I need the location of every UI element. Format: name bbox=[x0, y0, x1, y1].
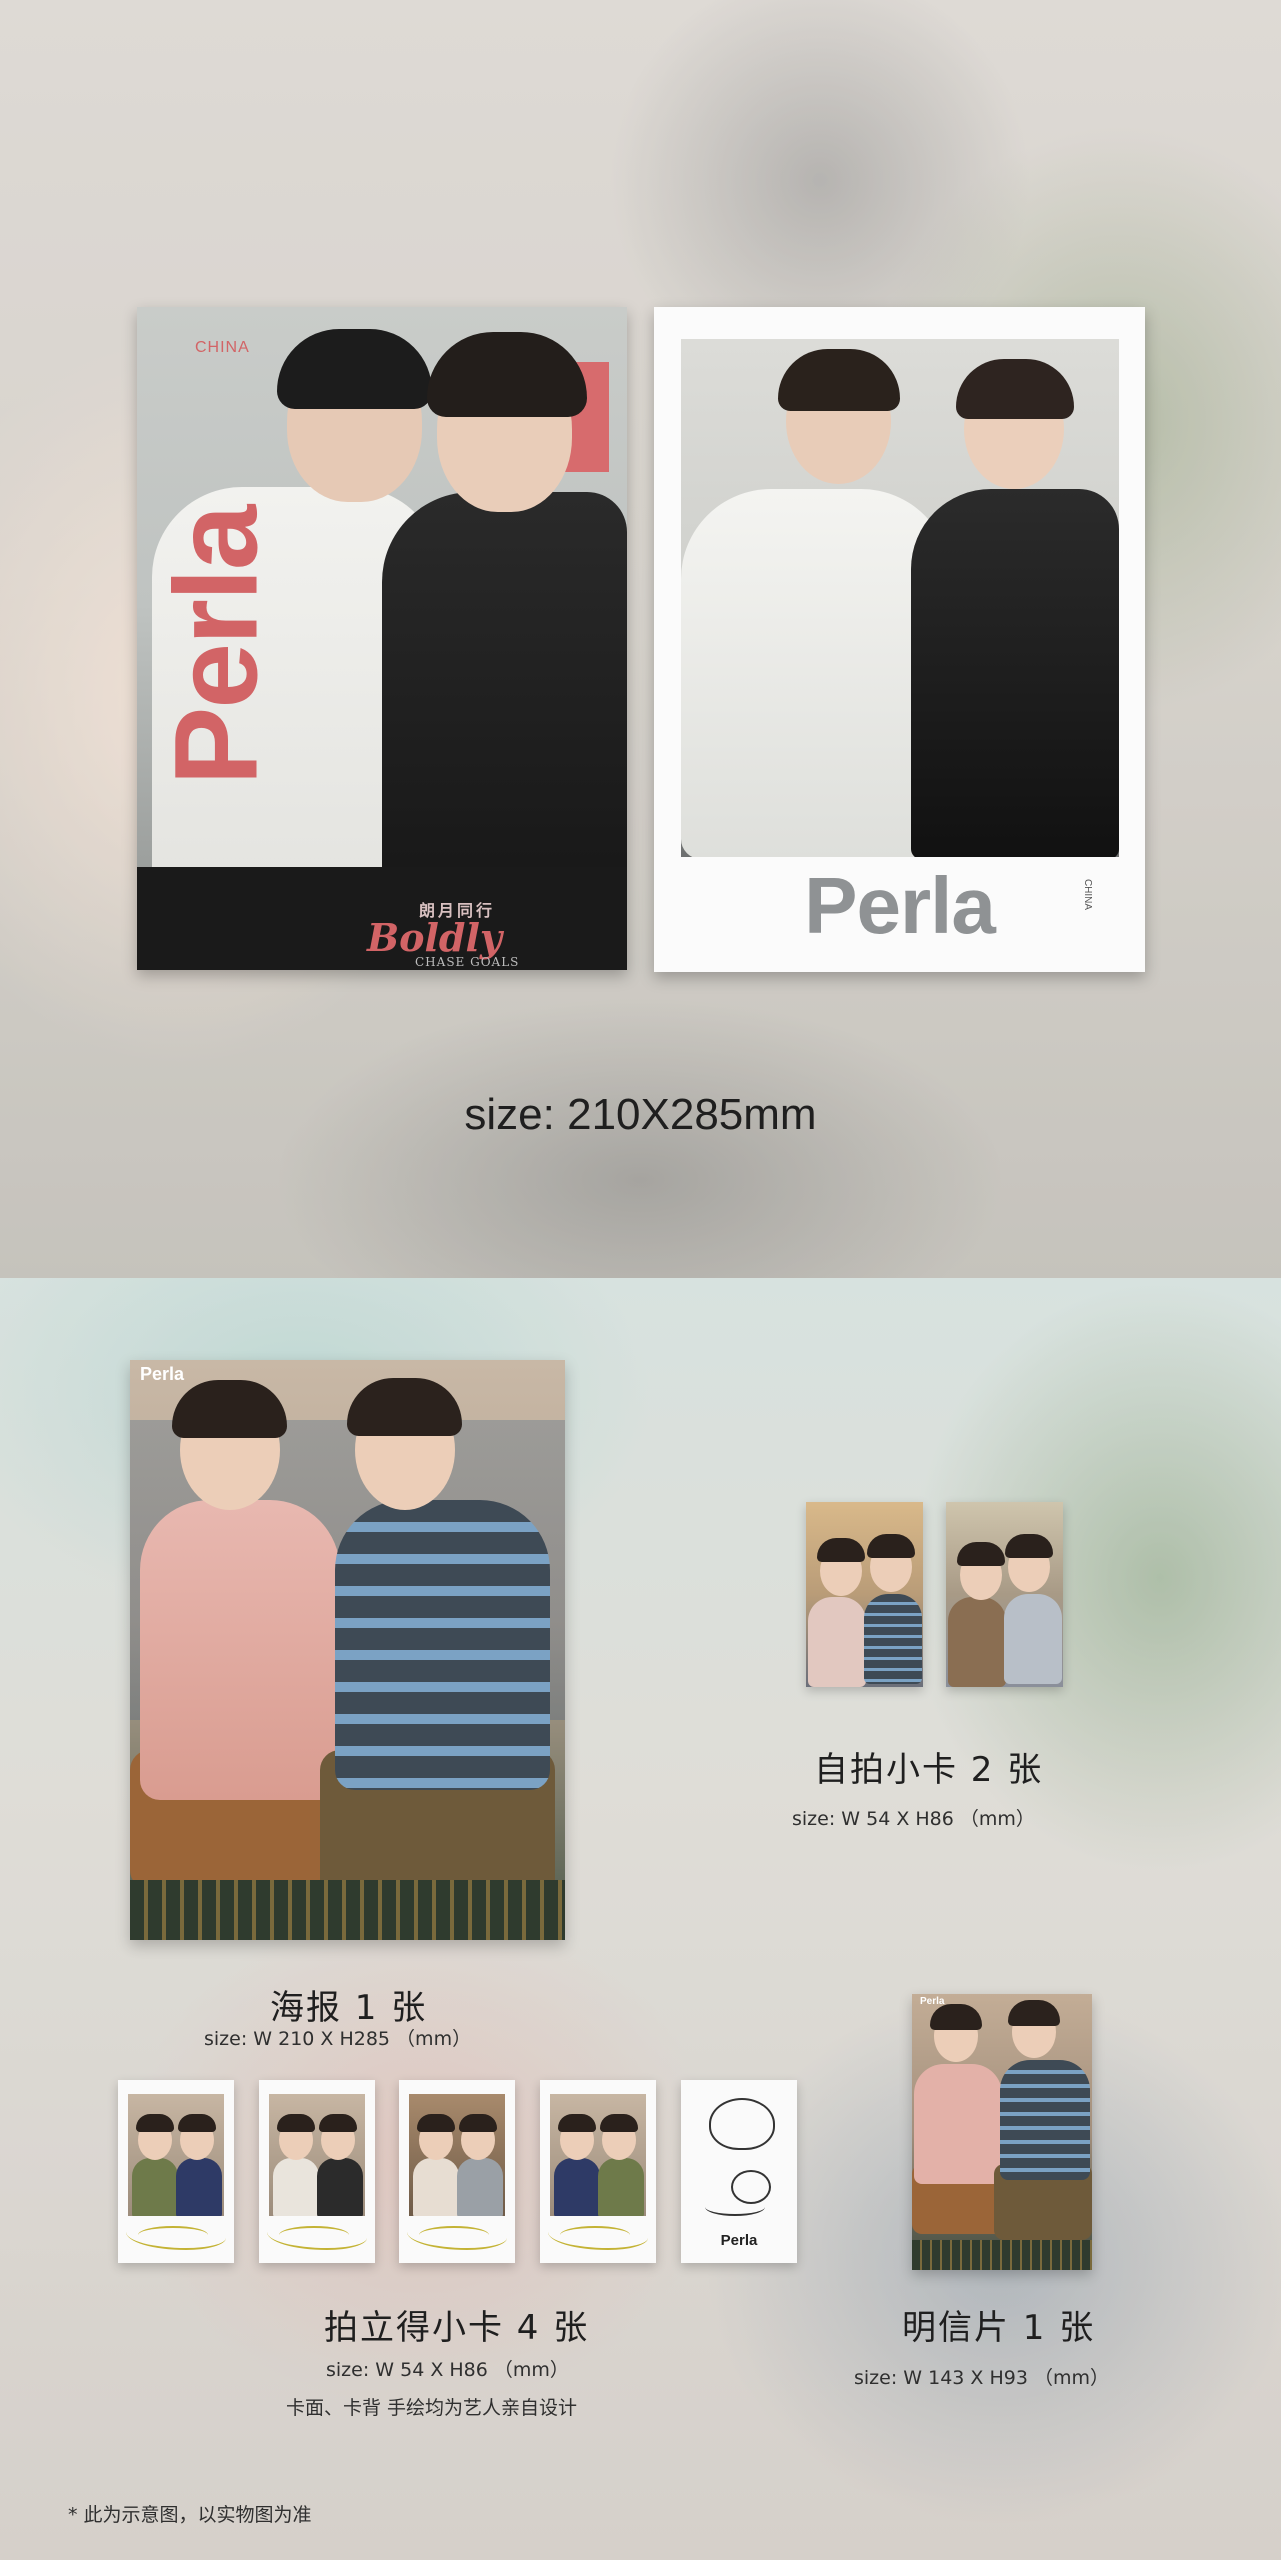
cover-brand-sub: CHINA bbox=[1082, 878, 1094, 911]
person-hair bbox=[778, 349, 900, 411]
postcard-label: 明信片 1 张 bbox=[902, 2308, 1096, 2348]
person-hair bbox=[319, 2114, 357, 2132]
poster-image: Perla bbox=[130, 1360, 565, 1940]
selfie-cards-size: size: W 54 X H86 （mm） bbox=[792, 1808, 1035, 1830]
person-hair bbox=[172, 1380, 287, 1438]
person-hair bbox=[956, 359, 1074, 419]
poster-logo: Perla bbox=[140, 1364, 185, 1384]
signature bbox=[138, 2226, 208, 2244]
person-hair bbox=[136, 2114, 174, 2132]
polaroid-back-logo: Perla bbox=[720, 2232, 758, 2249]
person-shirt bbox=[457, 2158, 503, 2216]
polaroid-card bbox=[399, 2080, 515, 2263]
person-shirt bbox=[1004, 1594, 1062, 1684]
person-striped-sweater bbox=[335, 1500, 550, 1790]
cover-brand-sub: CHINA bbox=[195, 339, 250, 356]
person-shirt bbox=[317, 2158, 363, 2216]
postcard-size: size: W 143 X H93 （mm） bbox=[854, 2367, 1109, 2389]
polaroid-card bbox=[259, 2080, 375, 2263]
person-shirt bbox=[864, 1594, 922, 1684]
person-shirt bbox=[273, 2158, 319, 2216]
cover-subtitle-en: CHASE GOALS bbox=[415, 955, 520, 969]
person-hair bbox=[600, 2114, 638, 2132]
poster-label: 海报 1 张 bbox=[270, 1988, 428, 2028]
polaroid-card-back: Perla bbox=[681, 2080, 797, 2263]
polaroid-cards-label: 拍立得小卡 4 张 bbox=[324, 2308, 590, 2348]
polaroid-card bbox=[540, 2080, 656, 2263]
person-hair bbox=[427, 332, 587, 417]
handwritten-scribble bbox=[705, 2198, 765, 2216]
cover-title-en: Boldly bbox=[367, 915, 502, 960]
selfie-card bbox=[946, 1502, 1063, 1687]
person-shirt bbox=[598, 2158, 644, 2216]
person-hair bbox=[277, 329, 432, 409]
signature bbox=[279, 2226, 349, 2244]
person-shirt bbox=[554, 2158, 600, 2216]
person-hair bbox=[1008, 2000, 1060, 2026]
person-hair bbox=[867, 1534, 915, 1558]
selfie-card bbox=[806, 1502, 923, 1687]
person-hair bbox=[417, 2114, 455, 2132]
polaroid-photo bbox=[128, 2094, 224, 2216]
person-hair bbox=[957, 1542, 1005, 1566]
signature bbox=[560, 2226, 630, 2244]
polaroid-cards-size: size: W 54 X H86 （mm） bbox=[326, 2359, 569, 2381]
person-hair bbox=[930, 2004, 982, 2030]
person-black-outfit bbox=[911, 489, 1119, 857]
polaroid-photo bbox=[269, 2094, 365, 2216]
polaroid-card bbox=[118, 2080, 234, 2263]
polaroid-design-note: 卡面、卡背 手绘均为艺人亲自设计 bbox=[286, 2397, 578, 2419]
cover-brand-logo: Perla bbox=[150, 506, 283, 786]
person-shirt bbox=[132, 2158, 178, 2216]
person-hair bbox=[459, 2114, 497, 2132]
polaroid-photo bbox=[550, 2094, 646, 2216]
magazine-size-label: size: 210X285mm bbox=[464, 1090, 817, 1139]
person-hair bbox=[347, 1378, 462, 1436]
disclaimer-footnote: * 此为示意图，以实物图为准 bbox=[68, 2504, 312, 2526]
postcard-image: Perla bbox=[912, 1994, 1092, 2270]
magazine-cover-b: Perla CHINA bbox=[654, 307, 1145, 972]
dog-doodle-icon bbox=[709, 2098, 775, 2150]
poster-rug bbox=[130, 1880, 565, 1940]
person-hair bbox=[558, 2114, 596, 2132]
polaroid-photo bbox=[409, 2094, 505, 2216]
selfie-cards-label: 自拍小卡 2 张 bbox=[814, 1750, 1044, 1790]
person-hair bbox=[277, 2114, 315, 2132]
person-pink-shirt bbox=[140, 1500, 340, 1800]
poster-size: size: W 210 X H285 （mm） bbox=[204, 2028, 472, 2050]
person-shirt bbox=[413, 2158, 459, 2216]
person-hair bbox=[178, 2114, 216, 2132]
person-striped-sweater bbox=[1000, 2060, 1090, 2180]
person-shirt bbox=[948, 1597, 1006, 1687]
cover-brand-logo: Perla bbox=[804, 861, 996, 950]
person-pink-shirt bbox=[914, 2064, 1002, 2184]
person-shirt bbox=[176, 2158, 222, 2216]
postcard-logo: Perla bbox=[920, 1996, 945, 2007]
person-shirt bbox=[808, 1597, 866, 1687]
magazine-preview-section: Perla CHINA 朗月同行 Boldly CHASE GOALS Perl… bbox=[0, 0, 1281, 1278]
signature bbox=[419, 2226, 489, 2244]
magazine-cover-a: Perla CHINA 朗月同行 Boldly CHASE GOALS bbox=[137, 307, 627, 970]
cover-photo bbox=[681, 339, 1119, 857]
person-hair bbox=[817, 1538, 865, 1562]
postcard-rug bbox=[912, 2240, 1092, 2270]
person-hair bbox=[1005, 1534, 1053, 1558]
